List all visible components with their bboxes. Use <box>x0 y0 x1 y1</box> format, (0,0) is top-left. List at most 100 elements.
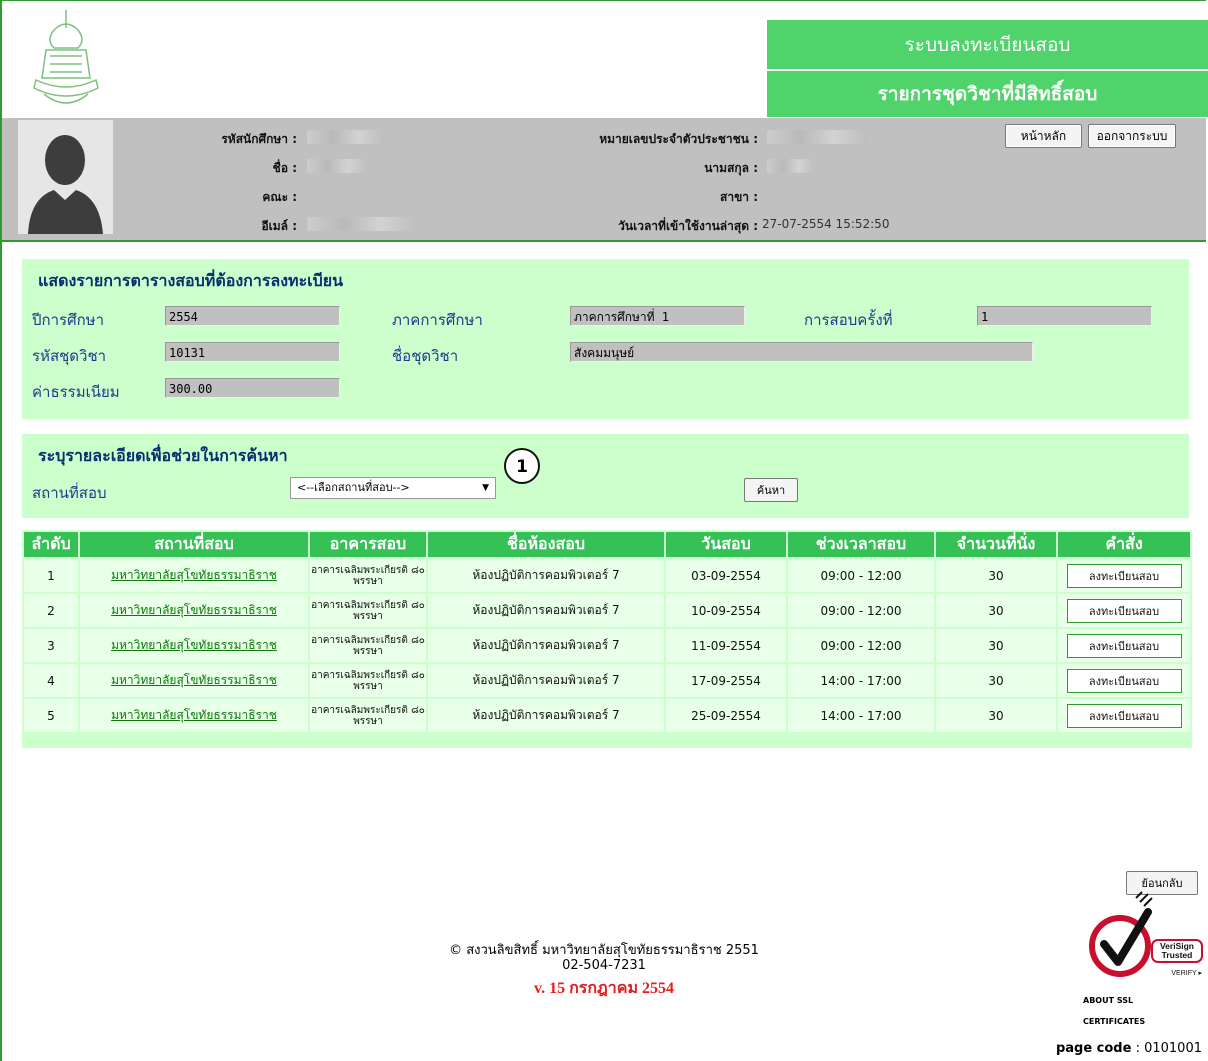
row-no: 2 <box>24 594 78 627</box>
course-code-field[interactable]: 10131 <box>165 342 340 362</box>
table-row: 1 มหาวิทยาลัยสุโขทัยธรรมาธิราช อาคารเฉลิ… <box>24 559 1190 592</box>
row-time: 09:00 - 12:00 <box>788 629 934 662</box>
row-action: ลงทะเบียนสอบ <box>1058 594 1190 627</box>
home-button[interactable]: หน้าหลัก <box>1005 124 1082 148</box>
copyright-text: © สงวนลิขสิทธิ์ มหาวิทยาลัยสุโขทัยธรรมาธ… <box>449 943 759 958</box>
round-field[interactable]: 1 <box>977 306 1152 326</box>
row-no: 3 <box>24 629 78 662</box>
register-button[interactable]: ลงทะเบียนสอบ <box>1066 563 1182 588</box>
register-button[interactable]: ลงทะเบียนสอบ <box>1066 598 1182 623</box>
row-date: 17-09-2554 <box>666 664 786 697</box>
search-title: ระบุรายละเอียดเพื่อช่วยในการค้นหา <box>38 446 288 465</box>
row-date: 10-09-2554 <box>666 594 786 627</box>
page-code-value: : 0101001 <box>1135 1041 1202 1056</box>
row-building: อาคารเฉลิมพระเกียรติ ๘๐ พรรษา <box>310 559 426 592</box>
name-label: ชื่อ : <box>272 161 297 175</box>
row-place: มหาวิทยาลัยสุโขทัยธรรมาธิราช <box>80 594 308 627</box>
verisign-seal[interactable]: VeriSign Trusted VERIFY ▸ <box>1084 888 1204 990</box>
fee-label: ค่าธรรมเนียม <box>32 383 120 401</box>
student-id-value <box>307 130 385 144</box>
place-link[interactable]: มหาวิทยาลัยสุโขทัยธรรมาธิราช <box>111 603 277 617</box>
col-header-action: คำสั่ง <box>1058 532 1190 557</box>
annotation-marker: 1 <box>504 448 540 484</box>
register-button[interactable]: ลงทะเบียนสอบ <box>1066 633 1182 658</box>
results-table: ลำดับ สถานที่สอบ อาคารสอบ ชื่อห้องสอบ วั… <box>22 530 1192 748</box>
exam-info-panel: แสดงรายการตารางสอบที่ต้องการลงทะเบียน ปี… <box>22 259 1189 419</box>
row-time: 09:00 - 12:00 <box>788 594 934 627</box>
verisign-label: VeriSign Trusted <box>1159 941 1194 960</box>
row-time: 14:00 - 17:00 <box>788 664 934 697</box>
semester-label: ภาคการศึกษา <box>392 311 483 329</box>
row-room: ห้องปฏิบัติการคอมพิวเตอร์ 7 <box>428 594 664 627</box>
place-select-value: <--เลือกสถานที่สอบ--> <box>297 481 410 494</box>
place-link[interactable]: มหาวิทยาลัยสุโขทัยธรรมาธิราช <box>111 638 277 652</box>
table-row: 2 มหาวิทยาลัยสุโขทัยธรรมาธิราช อาคารเฉลิ… <box>24 594 1190 627</box>
col-header-room: ชื่อห้องสอบ <box>428 532 664 557</box>
page-title: รายการชุดวิชาที่มีสิทธิ์สอบ <box>767 71 1208 117</box>
logout-button[interactable]: ออกจากระบบ <box>1088 124 1176 148</box>
row-building: อาคารเฉลิมพระเกียรติ ๘๐ พรรษา <box>310 629 426 662</box>
col-header-date: วันสอบ <box>666 532 786 557</box>
place-select[interactable]: <--เลือกสถานที่สอบ--> ▼ <box>290 477 496 499</box>
place-link[interactable]: มหาวิทยาลัยสุโขทัยธรรมาธิราช <box>111 673 277 687</box>
row-room: ห้องปฏิบัติการคอมพิวเตอร์ 7 <box>428 664 664 697</box>
course-code-label: รหัสชุดวิชา <box>32 347 107 365</box>
year-label: ปีการศึกษา <box>32 311 104 329</box>
row-building: อาคารเฉลิมพระเกียรติ ๘๐ พรรษา <box>310 699 426 732</box>
row-building: อาคารเฉลิมพระเกียรติ ๘๐ พรรษา <box>310 664 426 697</box>
surname-label: นามสกุล : <box>704 161 758 175</box>
row-time: 14:00 - 17:00 <box>788 699 934 732</box>
register-button[interactable]: ลงทะเบียนสอบ <box>1066 703 1182 728</box>
row-seats: 30 <box>936 594 1056 627</box>
course-name-field[interactable]: สังคมมนุษย์ <box>570 342 1033 362</box>
phone-text: 02-504-7231 <box>562 958 646 973</box>
faculty-label: คณะ : <box>262 190 297 204</box>
col-header-building: อาคารสอบ <box>310 532 426 557</box>
year-field[interactable]: 2554 <box>165 306 340 326</box>
row-seats: 30 <box>936 559 1056 592</box>
row-room: ห้องปฏิบัติการคอมพิวเตอร์ 7 <box>428 629 664 662</box>
system-title: ระบบลงทะเบียนสอบ <box>767 20 1208 69</box>
surname-value <box>767 159 815 173</box>
verify-label: VERIFY ▸ <box>1171 970 1202 977</box>
row-no: 4 <box>24 664 78 697</box>
avatar <box>18 120 113 234</box>
row-seats: 30 <box>936 664 1056 697</box>
course-name-label: ชื่อชุดวิชา <box>392 347 459 365</box>
row-room: ห้องปฏิบัติการคอมพิวเตอร์ 7 <box>428 559 664 592</box>
student-id-label: รหัสนักศึกษา : <box>221 132 297 146</box>
page-code-label: page code <box>1055 1041 1132 1056</box>
row-place: มหาวิทยาลัยสุโขทัยธรรมาธิราช <box>80 664 308 697</box>
email-value <box>307 217 417 231</box>
register-button[interactable]: ลงทะเบียนสอบ <box>1066 668 1182 693</box>
major-label: สาขา : <box>720 190 758 204</box>
row-no: 1 <box>24 559 78 592</box>
user-info-bar: รหัสนักศึกษา : ชื่อ : คณะ : อีเมล์ : หมา… <box>2 118 1206 242</box>
semester-field[interactable]: ภาคการศึกษาที่ 1 <box>570 306 745 326</box>
place-link[interactable]: มหาวิทยาลัยสุโขทัยธรรมาธิราช <box>111 708 277 722</box>
place-label: สถานที่สอบ <box>32 484 107 502</box>
page-code: page code : 0101001 <box>1056 1041 1202 1056</box>
col-header-seats: จำนวนที่นั่ง <box>936 532 1056 557</box>
table-row: 5 มหาวิทยาลัยสุโขทัยธรรมาธิราช อาคารเฉลิ… <box>24 699 1190 732</box>
place-link[interactable]: มหาวิทยาลัยสุโขทัยธรรมาธิราช <box>111 568 277 582</box>
citizen-id-label: หมายเลขประจำตัวประชาชน : <box>599 132 758 146</box>
last-login-value: 27-07-2554 15:52:50 <box>762 217 890 231</box>
ssl-about-text[interactable]: ABOUT SSL <box>1083 996 1133 1005</box>
ssl-certificates-text[interactable]: CERTIFICATES <box>1083 1017 1145 1026</box>
col-header-time: ช่วงเวลาสอบ <box>788 532 934 557</box>
row-place: มหาวิทยาลัยสุโขทัยธรรมาธิราช <box>80 629 308 662</box>
row-action: ลงทะเบียนสอบ <box>1058 699 1190 732</box>
row-place: มหาวิทยาลัยสุโขทัยธรรมาธิราช <box>80 559 308 592</box>
col-header-place: สถานที่สอบ <box>80 532 308 557</box>
row-place: มหาวิทยาลัยสุโขทัยธรรมาธิราช <box>80 699 308 732</box>
col-header-no: ลำดับ <box>24 532 78 557</box>
name-value <box>307 159 369 173</box>
table-header-row: ลำดับ สถานที่สอบ อาคารสอบ ชื่อห้องสอบ วั… <box>24 532 1190 557</box>
version-text: v. 15 กรกฎาคม 2554 <box>533 980 675 997</box>
email-label: อีเมล์ : <box>261 219 297 233</box>
fee-field[interactable]: 300.00 <box>165 378 340 398</box>
search-button[interactable]: ค้นหา <box>744 478 798 502</box>
row-action: ลงทะเบียนสอบ <box>1058 629 1190 662</box>
row-date: 11-09-2554 <box>666 629 786 662</box>
